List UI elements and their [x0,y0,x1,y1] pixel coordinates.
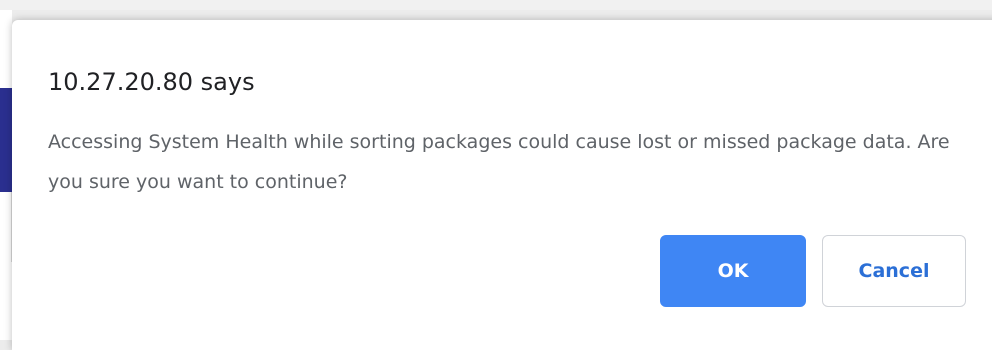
background-page-edge [0,192,12,262]
ok-button[interactable]: OK [660,235,806,307]
dialog-title: 10.27.20.80 says [48,68,255,96]
background-page-bar [0,88,12,192]
cancel-button[interactable]: Cancel [822,235,966,307]
background-page [0,10,12,340]
dialog-message: Accessing System Health while sorting pa… [48,131,950,193]
alert-dialog: 10.27.20.80 says Accessing System Health… [12,20,992,350]
background-top-strip [0,0,992,10]
